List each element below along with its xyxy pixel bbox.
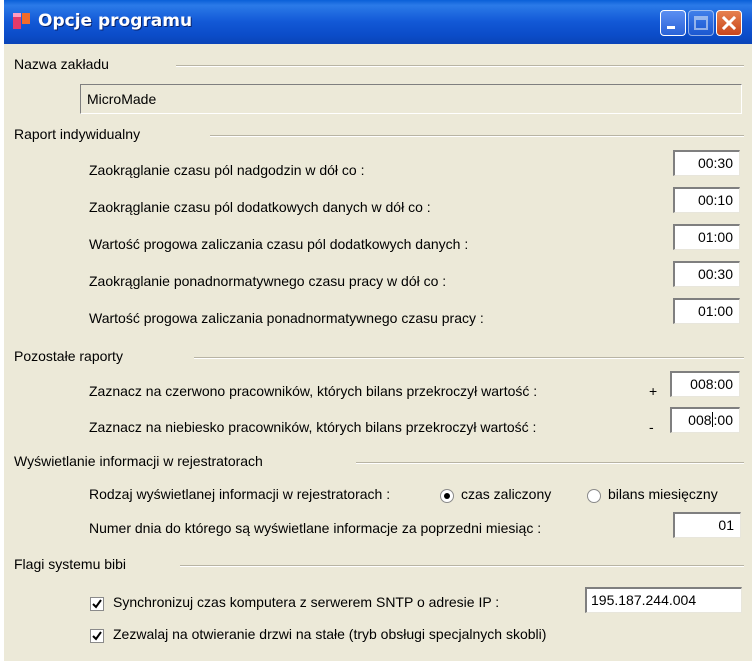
extra-data-threshold-label: Wartość progowa zaliczania czasu pól dod… [89, 236, 469, 252]
other-reports-group-divider [194, 357, 744, 359]
window-title: Opcje programu [38, 11, 193, 31]
close-icon [721, 15, 737, 31]
radio-credited-time-label[interactable]: czas zaliczony [461, 486, 551, 502]
overtime-rounding-label: Zaokrąglanie czasu pól nadgodzin w dół c… [89, 162, 365, 178]
recorder-display-group-divider [356, 462, 744, 464]
sntp-sync-label[interactable]: Synchronizuj czas komputera z serwerem S… [113, 594, 499, 610]
plus-sign: + [649, 383, 658, 399]
maximize-button[interactable] [688, 10, 714, 36]
company-name-field[interactable]: MicroMade [80, 84, 742, 114]
title-bar[interactable]: Opcje programu [4, 0, 752, 44]
text-cursor [711, 412, 713, 427]
minimize-icon [667, 26, 675, 29]
radio-selected-dot [444, 493, 450, 499]
other-reports-group-label: Pozostałe raporty [14, 348, 123, 364]
above-norm-rounding-field[interactable]: 00:30 [673, 261, 740, 287]
individual-report-group-label: Raport indywidualny [14, 126, 141, 142]
overtime-rounding-field[interactable]: 00:30 [673, 150, 740, 176]
extra-data-threshold-field[interactable]: 01:00 [673, 224, 740, 250]
extra-data-rounding-field[interactable]: 00:10 [673, 187, 740, 213]
options-dialog: Opcje programu Nazwa zakładu MicroMade R… [4, 0, 752, 661]
maximize-icon [694, 16, 708, 30]
above-norm-threshold-label: Wartość progowa zaliczania ponadnormatyw… [89, 310, 484, 326]
company-group-label: Nazwa zakładu [14, 56, 109, 72]
individual-report-group-divider [210, 135, 744, 137]
door-permanent-open-checkbox[interactable] [90, 629, 104, 643]
bibi-flags-group-divider [180, 565, 744, 567]
radio-monthly-balance-label[interactable]: bilans miesięczny [608, 486, 718, 502]
sntp-sync-checkbox[interactable] [90, 597, 104, 611]
door-permanent-open-label[interactable]: Zezwalaj na otwieranie drzwi na stałe (t… [113, 626, 546, 642]
radio-credited-time[interactable] [440, 489, 454, 503]
blue-threshold-value-end: :00 [713, 412, 733, 428]
above-norm-threshold-field[interactable]: 01:00 [673, 298, 740, 324]
recorder-display-group-label: Wyświetlanie informacji w rejestratorach [14, 453, 263, 469]
minus-sign: - [649, 419, 654, 435]
above-norm-rounding-label: Zaokrąglanie ponadnormatywnego czasu pra… [89, 273, 447, 289]
minimize-button[interactable] [660, 10, 686, 36]
display-day-field[interactable]: 01 [673, 512, 741, 538]
extra-data-rounding-label: Zaokrąglanie czasu pól dodatkowych danyc… [89, 199, 431, 215]
red-threshold-field[interactable]: 008:00 [670, 371, 740, 397]
checkmark-icon [92, 631, 102, 641]
company-group-divider [176, 65, 744, 67]
bibi-flags-group-label: Flagi systemu bibi [14, 556, 127, 572]
info-type-label: Rodzaj wyświetlanej informacji w rejestr… [89, 486, 391, 502]
blue-threshold-field[interactable]: 008:00 [670, 407, 740, 433]
blue-threshold-value-start: 008 [688, 412, 712, 428]
display-day-label: Numer dnia do którego są wyświetlane inf… [89, 520, 542, 536]
close-button[interactable] [716, 10, 742, 36]
checkmark-icon [92, 599, 102, 609]
red-threshold-label: Zaznacz na czerwono pracowników, których… [89, 383, 538, 399]
sntp-ip-field[interactable]: 195.187.244.004 [585, 587, 742, 613]
radio-monthly-balance[interactable] [587, 489, 601, 503]
blue-threshold-label: Zaznacz na niebiesko pracowników, któryc… [89, 419, 537, 435]
app-icon [13, 13, 30, 29]
